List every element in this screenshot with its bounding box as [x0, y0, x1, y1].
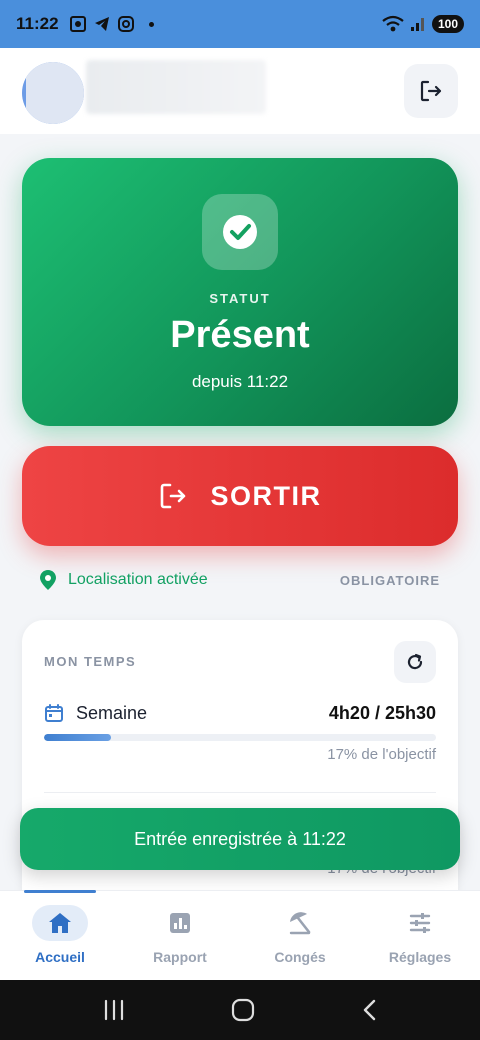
location-requirement: OBLIGATOIRE — [339, 572, 440, 588]
nav-item-conges[interactable]: Congés — [240, 891, 360, 980]
sliders-icon — [409, 913, 431, 933]
recent-apps-icon[interactable] — [102, 999, 126, 1021]
home-button-icon[interactable] — [231, 998, 255, 1022]
system-navigation-bar — [0, 980, 480, 1040]
app-header — [0, 48, 480, 134]
sortir-button[interactable]: SORTIR — [22, 446, 458, 546]
beach-umbrella-icon — [289, 912, 311, 935]
signal-icon — [410, 18, 424, 31]
status-label: STATUT — [209, 291, 271, 306]
calendar-icon — [45, 704, 63, 722]
back-icon[interactable] — [360, 998, 378, 1022]
time-card-title: MON TEMPS — [44, 654, 137, 669]
status-since: depuis 11:22 — [191, 372, 289, 391]
toast-text: Entrée enregistrée à 11:22 — [134, 828, 346, 849]
exit-icon — [161, 483, 186, 509]
notification-icons — [69, 15, 154, 33]
bottom-navigation: Accueil Rapport Congés Réglages — [0, 890, 480, 980]
sortir-label: SORTIR — [210, 480, 322, 511]
chart-icon — [170, 913, 190, 933]
nav-label: Congés — [274, 949, 326, 965]
week-progress-text: 17% de l'objectif — [327, 746, 436, 763]
refresh-button[interactable] — [394, 641, 436, 683]
status-card: STATUT Présent depuis 11:22 — [22, 158, 458, 426]
nav-item-accueil[interactable]: Accueil — [0, 891, 120, 980]
week-progress-fill — [44, 734, 111, 741]
logout-button[interactable] — [404, 64, 458, 118]
refresh-icon — [407, 653, 423, 670]
location-pin-icon — [40, 570, 56, 590]
avatar[interactable] — [22, 62, 84, 124]
dot-icon — [148, 21, 154, 27]
active-tab-indicator — [24, 890, 96, 893]
week-row: Semaine 4h20 / 25h30 — [44, 700, 436, 726]
nav-label: Réglages — [388, 949, 452, 965]
logout-icon — [420, 80, 442, 102]
status-value: Présent — [170, 314, 310, 356]
nav-item-rapport[interactable]: Rapport — [120, 891, 240, 980]
divider — [44, 792, 436, 793]
battery-indicator: 100 — [431, 15, 464, 33]
location-row: Localisation activée OBLIGATOIRE — [40, 568, 440, 592]
status-bar: 11:22 100 — [0, 0, 480, 48]
user-info-redacted — [86, 60, 266, 114]
telegram-icon — [94, 17, 109, 31]
check-icon — [223, 215, 257, 249]
status-time: 11:22 — [16, 14, 59, 33]
status-check-badge — [202, 194, 278, 270]
location-status: Localisation activée — [68, 571, 208, 588]
time-card: MON TEMPS Semaine 4h20 / 25h30 17% de l'… — [22, 620, 458, 920]
wifi-icon — [382, 15, 404, 32]
instagram-icon — [117, 16, 134, 32]
screenshot-icon — [69, 16, 86, 32]
nav-label: Accueil — [35, 949, 85, 965]
toast-notification: Entrée enregistrée à 11:22 — [20, 808, 460, 870]
home-icon — [49, 913, 71, 933]
nav-item-reglages[interactable]: Réglages — [360, 891, 480, 980]
week-label: Semaine — [76, 702, 148, 723]
nav-label: Rapport — [153, 949, 207, 965]
week-progress-bar — [44, 734, 436, 741]
week-value: 4h20 / 25h30 — [328, 702, 436, 723]
